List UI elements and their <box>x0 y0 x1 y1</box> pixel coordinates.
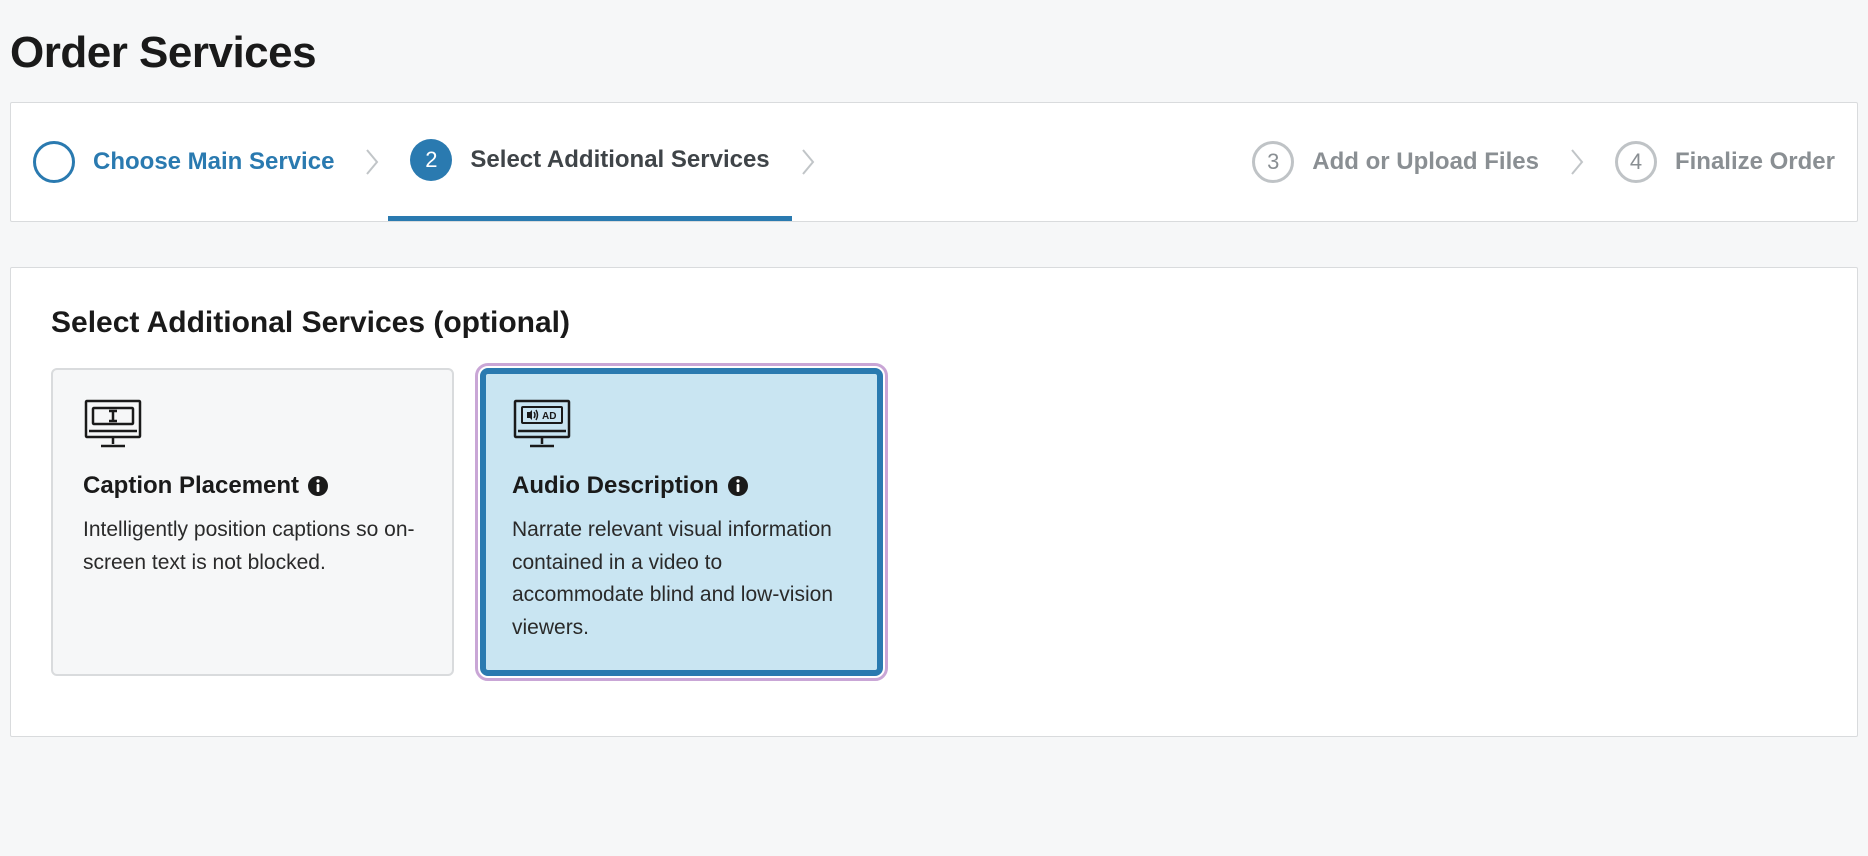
step-select-additional-services[interactable]: 2 Select Additional Services <box>388 103 791 221</box>
audio-description-icon: AD <box>512 398 851 450</box>
chevron-right-icon <box>792 103 824 221</box>
step-label-3: Add or Upload Files <box>1312 148 1539 176</box>
step-circle-2: 2 <box>410 139 452 181</box>
step-add-or-upload-files[interactable]: 3 Add or Upload Files <box>1230 103 1561 221</box>
card-description: Narrate relevant visual information cont… <box>512 514 851 644</box>
page-title: Order Services <box>10 28 1858 78</box>
step-label-2: Select Additional Services <box>470 146 769 174</box>
caption-placement-icon <box>83 398 422 450</box>
chevron-right-icon <box>356 103 388 221</box>
svg-text:AD: AD <box>542 411 556 422</box>
step-choose-main-service[interactable]: Choose Main Service <box>11 103 356 221</box>
step-finalize-order[interactable]: 4 Finalize Order <box>1593 103 1857 221</box>
step-circle-4: 4 <box>1615 141 1657 183</box>
step-label-4: Finalize Order <box>1675 148 1835 176</box>
card-description: Intelligently position captions so on-sc… <box>83 514 422 579</box>
content-panel: Select Additional Services (optional) <box>10 267 1858 737</box>
service-cards: Caption Placement Intelligently position… <box>51 368 1817 676</box>
card-title: Caption Placement <box>83 472 299 500</box>
info-icon[interactable] <box>727 475 749 497</box>
section-title: Select Additional Services (optional) <box>51 306 1817 340</box>
card-caption-placement[interactable]: Caption Placement Intelligently position… <box>51 368 454 676</box>
order-stepper: Choose Main Service 2 Select Additional … <box>10 102 1858 222</box>
card-audio-description[interactable]: AD Audio Description Narrate relevant vi… <box>480 368 883 676</box>
info-icon[interactable] <box>307 475 329 497</box>
step-circle-3: 3 <box>1252 141 1294 183</box>
card-title: Audio Description <box>512 472 719 500</box>
step-circle-1 <box>33 141 75 183</box>
chevron-right-icon <box>1561 103 1593 221</box>
step-label-1: Choose Main Service <box>93 148 334 176</box>
